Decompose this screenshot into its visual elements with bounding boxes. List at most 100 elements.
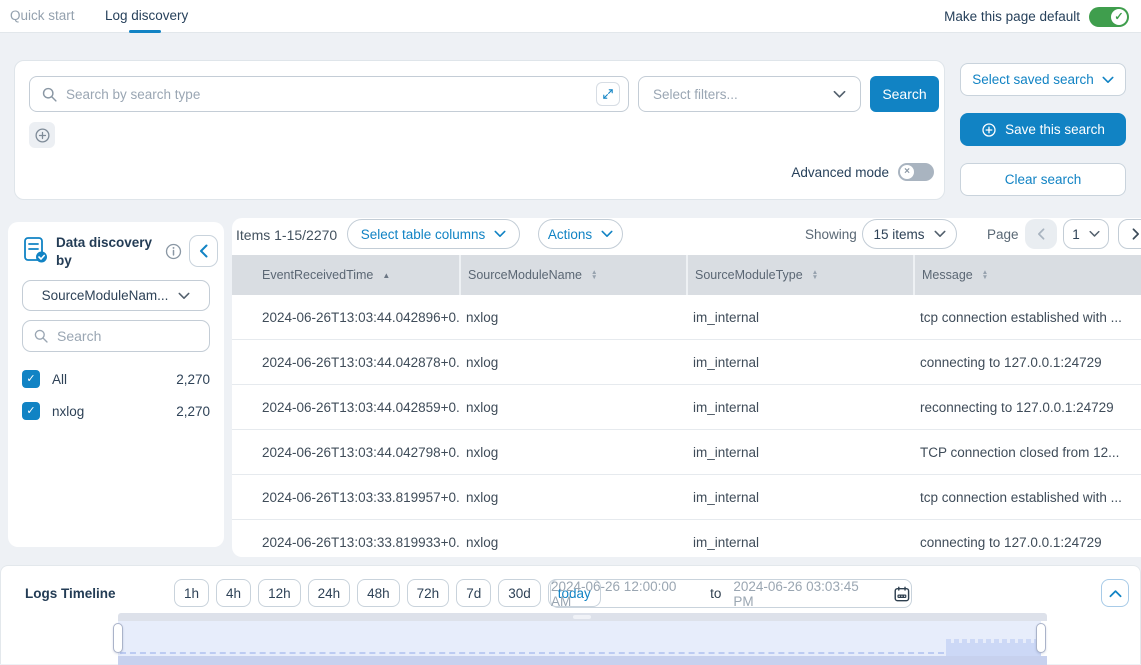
date-range-picker[interactable]: 2024-06-26 12:00:00 AM to 2024-06-26 03:…	[550, 579, 912, 608]
cell-message: reconnecting to 127.0.0.1:24729	[913, 385, 1141, 429]
range-72h-button[interactable]: 72h	[407, 579, 450, 607]
cell-module-type: im_internal	[686, 385, 913, 429]
toggle-check-icon: ✓	[1111, 9, 1127, 25]
data-discovery-panel: Data discovery by SourceModuleNam... ✓ A…	[8, 222, 224, 547]
discovery-field-value: SourceModuleNam...	[42, 288, 169, 303]
expand-search-button[interactable]	[596, 82, 620, 106]
data-discovery-title: Data discovery by	[56, 234, 168, 269]
search-panel: Select filters... Search Advanced mode ×	[14, 60, 945, 200]
table-row[interactable]: 2024-06-26T13:03:44.042896+0... nxlog im…	[232, 295, 1141, 340]
advanced-mode-toggle[interactable]: ×	[898, 163, 934, 181]
logs-timeline-title: Logs Timeline	[25, 586, 116, 601]
cell-module-type: im_internal	[686, 430, 913, 474]
actions-button[interactable]: Actions	[538, 219, 623, 249]
page-size-select[interactable]: 15 items	[862, 219, 957, 249]
active-tab-underline	[129, 30, 161, 33]
select-table-columns-button[interactable]: Select table columns	[347, 219, 520, 249]
filters-select[interactable]: Select filters...	[638, 76, 861, 112]
next-page-button[interactable]	[1118, 219, 1141, 249]
table-row[interactable]: 2024-06-26T13:03:44.042878+0... nxlog im…	[232, 340, 1141, 385]
facet-count: 2,270	[176, 404, 210, 419]
chevron-down-icon	[178, 292, 190, 300]
toggle-cross-icon: ×	[900, 165, 914, 179]
cell-module-name: nxlog	[459, 520, 686, 557]
prev-page-button[interactable]	[1025, 219, 1057, 249]
select-saved-search-button[interactable]: Select saved search	[960, 63, 1126, 96]
save-this-search-button[interactable]: Save this search	[960, 113, 1126, 146]
actions-label: Actions	[548, 227, 592, 242]
collapse-sidebar-button[interactable]	[189, 235, 218, 267]
column-header-eventreceivedtime[interactable]: EventReceivedTime ▲	[232, 255, 459, 295]
table-body: 2024-06-26T13:03:44.042896+0... nxlog im…	[232, 295, 1141, 557]
checkbox-nxlog[interactable]: ✓	[22, 402, 40, 420]
column-header-sourcemoduletype[interactable]: SourceModuleType ▲▼	[686, 255, 913, 295]
table-row[interactable]: 2024-06-26T13:03:33.819933+0... nxlog im…	[232, 520, 1141, 557]
discovery-field-select[interactable]: SourceModuleNam...	[22, 280, 210, 311]
sort-asc-icon[interactable]: ▲	[382, 271, 390, 280]
sort-icon[interactable]: ▲▼	[982, 270, 988, 280]
table-toolbar: Items 1-15/2270 Select table columns Act…	[232, 218, 1141, 255]
range-12h-button[interactable]: 12h	[258, 579, 301, 607]
cell-module-name: nxlog	[459, 475, 686, 519]
chevron-down-icon	[1089, 230, 1100, 238]
chevron-down-icon	[1102, 76, 1114, 84]
cell-message: TCP connection closed from 12...	[913, 430, 1141, 474]
range-1h-button[interactable]: 1h	[174, 579, 209, 607]
cell-module-name: nxlog	[459, 295, 686, 339]
facet-count: 2,270	[176, 372, 210, 387]
range-4h-button[interactable]: 4h	[216, 579, 251, 607]
tab-log-discovery[interactable]: Log discovery	[105, 0, 188, 33]
facet-item-nxlog: ✓ nxlog 2,270	[22, 400, 210, 422]
column-header-message[interactable]: Message ▲▼	[913, 255, 1141, 295]
table-row[interactable]: 2024-06-26T13:03:33.819957+0... nxlog im…	[232, 475, 1141, 520]
collapse-timeline-button[interactable]	[1101, 579, 1129, 607]
make-default-toggle[interactable]: ✓	[1089, 7, 1129, 27]
select-saved-search-label: Select saved search	[972, 72, 1094, 87]
range-7d-button[interactable]: 7d	[456, 579, 491, 607]
page-label: Page	[987, 227, 1019, 242]
add-search-row-button[interactable]	[29, 122, 55, 148]
chevron-down-icon	[833, 90, 846, 99]
search-button[interactable]: Search	[870, 76, 939, 112]
cell-time: 2024-06-26T13:03:44.042896+0...	[232, 295, 459, 339]
brush-handle-left[interactable]	[113, 623, 123, 653]
cell-module-type: im_internal	[686, 520, 913, 557]
table-row[interactable]: 2024-06-26T13:03:44.042798+0... nxlog im…	[232, 430, 1141, 475]
search-icon	[33, 328, 49, 344]
range-24h-button[interactable]: 24h	[308, 579, 351, 607]
chevron-left-icon	[199, 244, 208, 258]
histogram-bars	[946, 643, 1041, 656]
date-to-value: 2024-06-26 03:03:45 PM	[733, 579, 881, 609]
sort-icon[interactable]: ▲▼	[591, 270, 597, 280]
column-header-sourcemodulename[interactable]: SourceModuleName ▲▼	[459, 255, 686, 295]
search-input[interactable]	[66, 87, 588, 102]
cell-time: 2024-06-26T13:03:44.042798+0...	[232, 430, 459, 474]
search-icon	[41, 86, 58, 103]
facet-search-input[interactable]	[57, 328, 199, 344]
date-to-label: to	[710, 586, 721, 601]
cell-time: 2024-06-26T13:03:33.819957+0...	[232, 475, 459, 519]
range-48h-button[interactable]: 48h	[357, 579, 400, 607]
brush-handle-right[interactable]	[1036, 623, 1046, 653]
cell-time: 2024-06-26T13:03:44.042859+0...	[232, 385, 459, 429]
info-icon[interactable]	[165, 243, 182, 260]
sort-icon[interactable]: ▲▼	[812, 270, 818, 280]
plus-circle-icon	[34, 127, 51, 144]
page-number-select[interactable]: 1	[1063, 219, 1109, 249]
items-count-label: Items 1-15/2270	[236, 227, 337, 243]
table-row[interactable]: 2024-06-26T13:03:44.042859+0... nxlog im…	[232, 385, 1141, 430]
clear-search-button[interactable]: Clear search	[960, 163, 1126, 196]
logs-timeline-panel: Logs Timeline 1h 4h 12h 24h 48h 72h 7d 3…	[0, 565, 1141, 664]
checkbox-all[interactable]: ✓	[22, 370, 40, 388]
timeline-track[interactable]	[118, 613, 1047, 621]
range-30d-button[interactable]: 30d	[498, 579, 541, 607]
tab-quick-start[interactable]: Quick start	[10, 0, 75, 33]
calendar-icon	[893, 585, 911, 603]
filters-placeholder: Select filters...	[653, 87, 738, 102]
time-range-buttons: 1h 4h 12h 24h 48h 72h 7d 30d today	[174, 579, 601, 607]
advanced-mode-label: Advanced mode	[791, 165, 889, 180]
facet-label: nxlog	[52, 404, 84, 419]
histogram-baseline	[120, 652, 944, 654]
timeline-brush-selection[interactable]	[118, 621, 1041, 656]
chevron-left-icon	[1037, 228, 1045, 240]
